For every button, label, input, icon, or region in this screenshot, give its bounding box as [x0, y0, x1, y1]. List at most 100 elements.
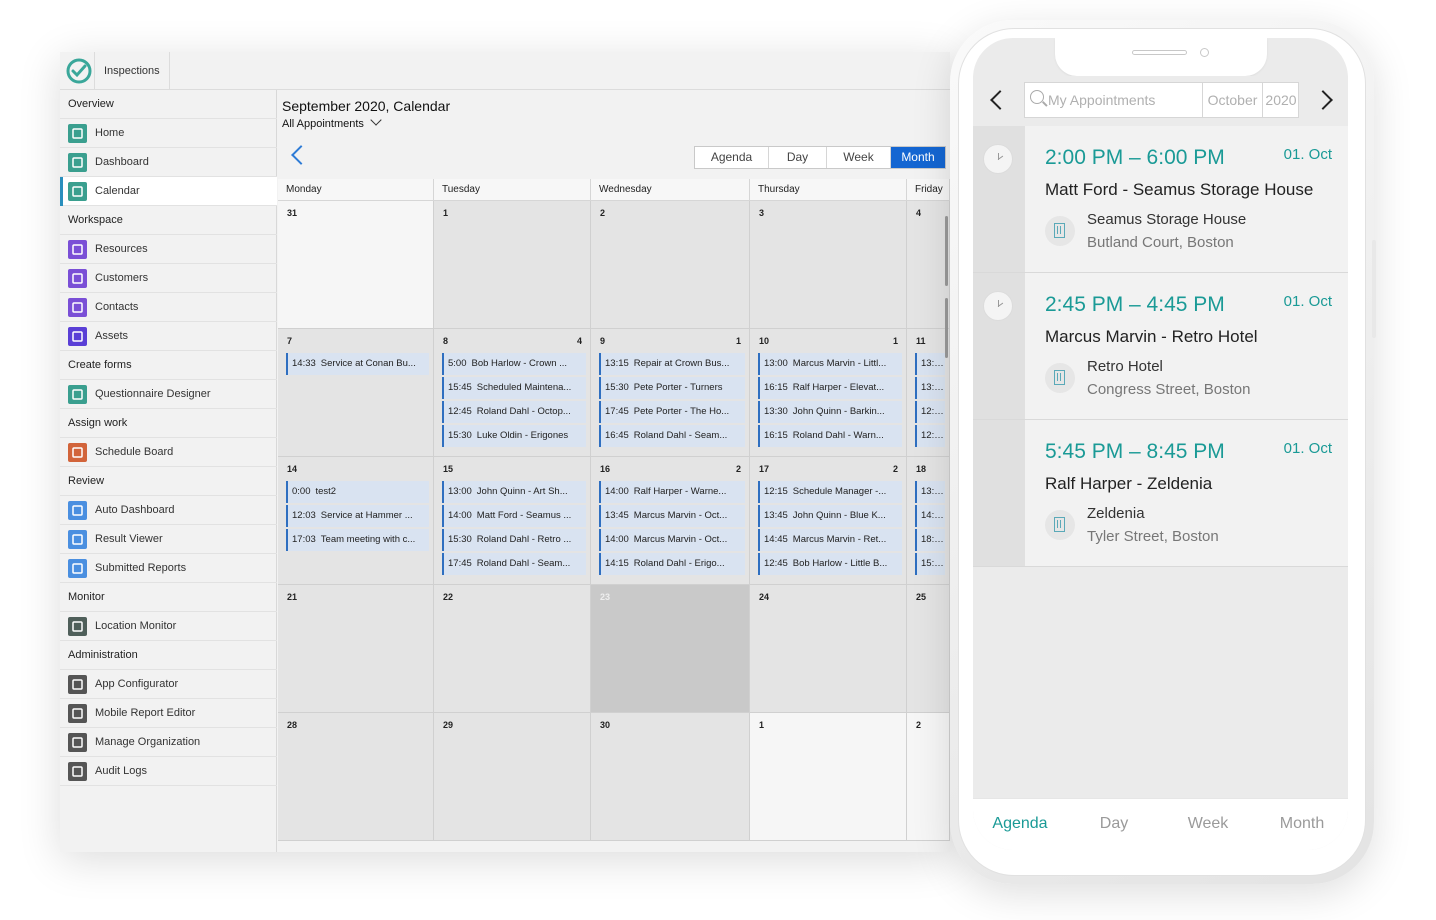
tab-day[interactable]: Day	[1067, 799, 1161, 850]
next-icon[interactable]	[1313, 90, 1333, 110]
day-cell[interactable]: 10 1 13:00 Marcus Marvin - Littl... 16:15 Ral…	[750, 329, 907, 457]
calendar-event[interactable]: 14:33 Service at Conan Bu...	[286, 353, 429, 375]
sidebar-item-assets[interactable]: Assets	[60, 322, 277, 351]
calendar-event[interactable]: 13:00 Marcus Marvin - Littl...	[758, 353, 902, 375]
calendar-event[interactable]: 17:45 Roland Dahl - Seam...	[442, 553, 586, 575]
tab-agenda[interactable]: Agenda	[973, 799, 1067, 850]
sidebar-item-customers[interactable]: Customers	[60, 264, 277, 293]
day-cell[interactable]: 15 13:00 John Quinn - Art Sh... 14:00 Matt F…	[434, 457, 591, 585]
day-cell[interactable]: 3	[750, 201, 907, 329]
year-field[interactable]: 2020	[1262, 83, 1299, 117]
previous-month-icon[interactable]	[291, 145, 311, 165]
more-events-count[interactable]: 1	[893, 336, 898, 346]
month-field[interactable]: October	[1202, 83, 1262, 117]
appointment-card[interactable]: 5:45 PM – 8:45 PM 01. Oct Ralf Harper - Ze…	[973, 420, 1348, 567]
sidebar-item-audit-logs[interactable]: Audit Logs	[60, 757, 277, 786]
day-cell[interactable]: 14 0:00 test2 12:03 Service at Hammer ... 17:…	[278, 457, 434, 585]
sidebar-item-app-configurator[interactable]: App Configurator	[60, 670, 277, 699]
calendar-event[interactable]: 12:45 Bob Harlow - Little B...	[758, 553, 902, 575]
calendar-event[interactable]: 13:30 John Quinn - Barkin...	[758, 401, 902, 423]
calendar-event[interactable]: 15:30 Roland Dahl - Retro ...	[442, 529, 586, 551]
sidebar-item-result-viewer[interactable]: Result Viewer	[60, 525, 277, 554]
appointment-filter-dropdown[interactable]: All Appointments	[282, 114, 382, 130]
day-cell[interactable]: 17 2 12:15 Schedule Manager -... 13:45 John Q…	[750, 457, 907, 585]
calendar-event[interactable]: 12:45 Roland Dahl - Octop...	[442, 401, 586, 423]
calendar-event[interactable]: 14:45 Marcus Marvin - Ret...	[758, 529, 902, 551]
sidebar-item-location-monitor[interactable]: Location Monitor	[60, 612, 277, 641]
sidebar-item-calendar[interactable]: Calendar	[60, 177, 277, 206]
calendar-event[interactable]: 13:15 Repair at Crown Bus...	[599, 353, 745, 375]
calendar-event[interactable]: 5:00 Bob Harlow - Crown ...	[442, 353, 586, 375]
calendar-event[interactable]: 15:45 Scheduled Maintena...	[442, 377, 586, 399]
day-cell[interactable]: 2	[907, 713, 950, 841]
calendar-event[interactable]: 16:15 Ralf Harper - Elevat...	[758, 377, 902, 399]
calendar-event[interactable]: 13:45 Marcus Marvin - Oct...	[599, 505, 745, 527]
calendar-event[interactable]: 13:00 John Quinn - Art Sh...	[442, 481, 586, 503]
scrollbar-thumb[interactable]	[945, 216, 948, 286]
calendar-event[interactable]: 15:30 Luke Oldin - Erigones	[442, 425, 586, 447]
day-cell[interactable]: 4	[907, 201, 950, 329]
calendar-event[interactable]: 16:15 Roland Dahl - Warn...	[758, 425, 902, 447]
calendar-event[interactable]: 14:00 Marcus Marvin - Oct...	[599, 529, 745, 551]
day-cell[interactable]: 1	[750, 713, 907, 841]
tab-week[interactable]: Week	[1161, 799, 1255, 850]
calendar-event[interactable]: 15:30 Pete Porter - Turners	[599, 377, 745, 399]
more-events-count[interactable]: 2	[893, 464, 898, 474]
scrollbar-thumb[interactable]	[945, 298, 948, 358]
day-cell[interactable]: 18 13:15 14:30 18:15 15:15	[907, 457, 950, 585]
day-cell[interactable]: 11 13:00 13:00 12:15 12:15	[907, 329, 950, 457]
day-cell[interactable]: 31	[278, 201, 434, 329]
day-cell[interactable]: 7 14:33 Service at Conan Bu...	[278, 329, 434, 457]
calendar-event[interactable]: 14:00 Matt Ford - Seamus ...	[442, 505, 586, 527]
view-day-button[interactable]: Day	[769, 147, 827, 168]
sidebar-item-dashboard[interactable]: Dashboard	[60, 148, 277, 177]
more-events-count[interactable]: 1	[736, 336, 741, 346]
view-month-button[interactable]: Month	[891, 147, 945, 168]
day-cell[interactable]: 8 4 5:00 Bob Harlow - Crown ... 15:45 Schedul…	[434, 329, 591, 457]
appointment-card[interactable]: 2:45 PM – 4:45 PM 01. Oct Marcus Marvin - …	[973, 273, 1348, 420]
day-cell[interactable]: 16 2 14:00 Ralf Harper - Warne... 13:45 Marcu…	[591, 457, 750, 585]
calendar-event[interactable]: 13:00	[915, 353, 945, 375]
calendar-event[interactable]: 18:15	[915, 529, 945, 551]
day-cell[interactable]: 22	[434, 585, 591, 713]
calendar-event[interactable]: 17:45 Pete Porter - The Ho...	[599, 401, 745, 423]
more-events-count[interactable]: 4	[577, 336, 582, 346]
day-cell[interactable]: 23	[591, 585, 750, 713]
calendar-event[interactable]: 12:15 Schedule Manager -...	[758, 481, 902, 503]
calendar-event[interactable]: 13:15	[915, 481, 945, 503]
calendar-event[interactable]: 14:30	[915, 505, 945, 527]
tab-month[interactable]: Month	[1255, 799, 1348, 850]
appointment-search[interactable]: My Appointments October 2020	[1024, 82, 1299, 118]
calendar-event[interactable]: 16:45 Roland Dahl - Seam...	[599, 425, 745, 447]
calendar-event[interactable]: 14:15 Roland Dahl - Erigo...	[599, 553, 745, 575]
sidebar-item-auto-dashboard[interactable]: Auto Dashboard	[60, 496, 277, 525]
more-events-count[interactable]: 2	[736, 464, 741, 474]
day-cell[interactable]: 24	[750, 585, 907, 713]
calendar-event[interactable]: 13:00	[915, 377, 945, 399]
sidebar-item-resources[interactable]: Resources	[60, 235, 277, 264]
day-cell[interactable]: 2	[591, 201, 750, 329]
day-cell[interactable]: 30	[591, 713, 750, 841]
app-logo-icon[interactable]	[64, 56, 94, 86]
sidebar-item-mobile-report-editor[interactable]: Mobile Report Editor	[60, 699, 277, 728]
sidebar-item-manage-organization[interactable]: Manage Organization	[60, 728, 277, 757]
appointment-card[interactable]: 2:00 PM – 6:00 PM 01. Oct Matt Ford - Seam…	[973, 126, 1348, 273]
sidebar-item-home[interactable]: Home	[60, 119, 277, 148]
day-cell[interactable]: 1	[434, 201, 591, 329]
calendar-event[interactable]: 12:03 Service at Hammer ...	[286, 505, 429, 527]
calendar-event[interactable]: 0:00 test2	[286, 481, 429, 503]
view-week-button[interactable]: Week	[827, 147, 891, 168]
sidebar-item-submitted-reports[interactable]: Submitted Reports	[60, 554, 277, 583]
sidebar-item-questionnaire-designer[interactable]: Questionnaire Designer	[60, 380, 277, 409]
day-cell[interactable]: 29	[434, 713, 591, 841]
calendar-event[interactable]: 13:45 John Quinn - Blue K...	[758, 505, 902, 527]
view-agenda-button[interactable]: Agenda	[695, 147, 769, 168]
app-tab-inspections[interactable]: Inspections	[95, 52, 170, 90]
search-input[interactable]: My Appointments	[1048, 83, 1155, 117]
sidebar-item-contacts[interactable]: Contacts	[60, 293, 277, 322]
calendar-event[interactable]: 17:03 Team meeting with c...	[286, 529, 429, 551]
day-cell[interactable]: 25	[907, 585, 950, 713]
calendar-event[interactable]: 12:15	[915, 425, 945, 447]
day-cell[interactable]: 21	[278, 585, 434, 713]
day-cell[interactable]: 28	[278, 713, 434, 841]
